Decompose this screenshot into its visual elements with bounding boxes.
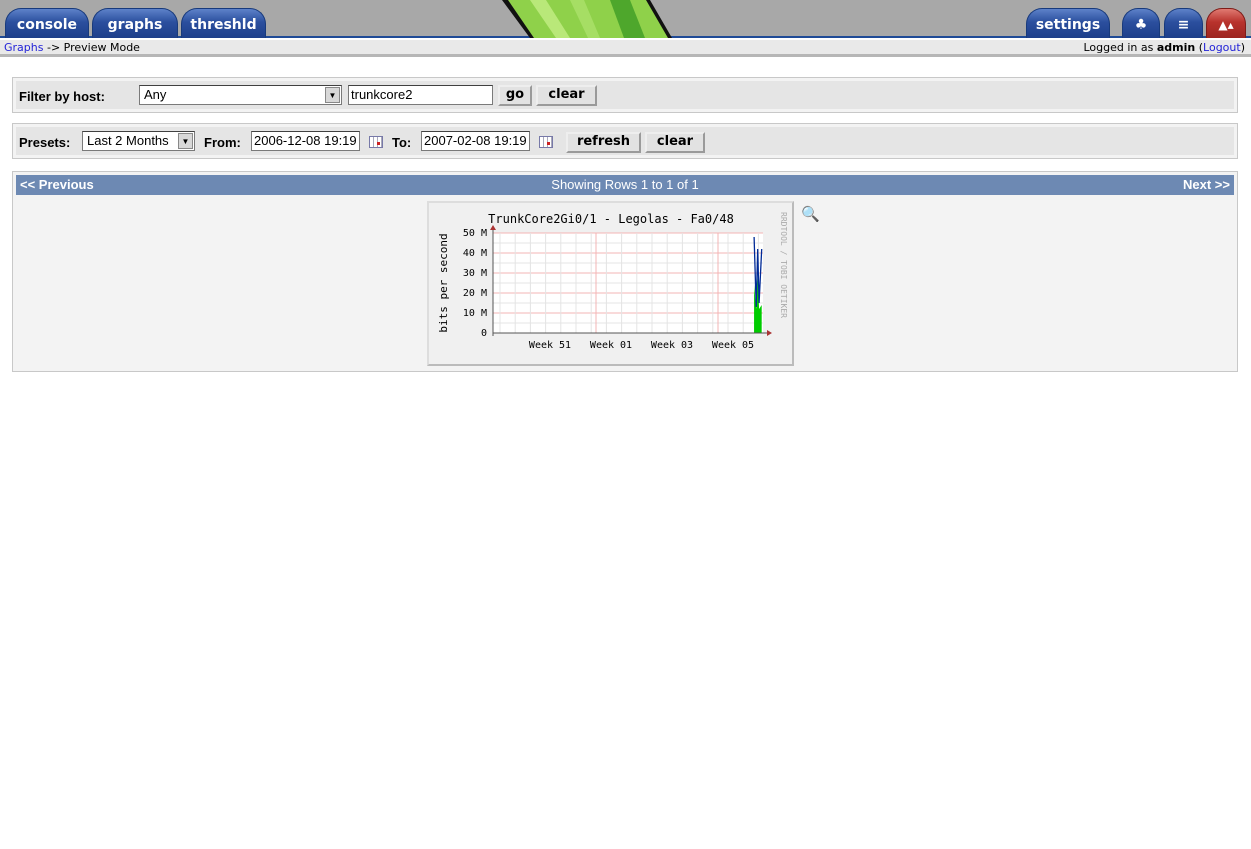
preview-mode-icon: ▲▴ <box>1218 18 1234 32</box>
go-button[interactable]: go <box>498 85 532 106</box>
x-axis-arrow <box>767 330 772 336</box>
from-label: From: <box>204 135 241 150</box>
tab-tree-view[interactable]: ♣ <box>1122 8 1160 38</box>
login-user: admin <box>1156 41 1196 54</box>
breadcrumb-current: -> Preview Mode <box>46 41 140 54</box>
presets-label: Presets: <box>19 135 71 150</box>
host-select[interactable]: Any ▼ <box>139 85 342 105</box>
timespan-clear-button[interactable]: clear <box>645 132 705 153</box>
logout-link[interactable]: Logout <box>1203 41 1241 54</box>
login-status: Logged in as admin (Logout) <box>1083 41 1245 54</box>
x-tick-label: Week 01 <box>590 340 632 351</box>
presets-select-value: Last 2 Months <box>87 133 169 148</box>
breadcrumb: Graphs -> Preview Mode Logged in as admi… <box>0 40 1251 57</box>
tab-list-view[interactable]: ≡ <box>1164 8 1203 38</box>
from-date-input[interactable]: 2006-12-08 19:19 <box>251 131 360 151</box>
chevron-down-icon: ▼ <box>325 87 340 103</box>
breadcrumb-graphs-link[interactable]: Graphs <box>4 41 43 54</box>
calendar-icon[interactable] <box>539 136 553 148</box>
x-tick-label: Week 05 <box>712 340 754 351</box>
filter-clear-button[interactable]: clear <box>536 85 597 106</box>
y-tick-label: 10 M <box>463 308 487 319</box>
tab-graphs[interactable]: graphs <box>92 8 178 38</box>
host-select-value: Any <box>144 87 167 102</box>
rrd-graph: 0 10 M 20 M 30 M 40 M 50 M Week 51 Week 01 Week … <box>437 212 788 351</box>
calendar-icon[interactable] <box>369 136 383 148</box>
pager-status: Showing Rows 1 to 1 of 1 <box>551 177 699 192</box>
chevron-down-icon: ▼ <box>178 133 193 149</box>
zoom-magnifier-icon[interactable]: 🔍 <box>801 205 820 223</box>
tab-console[interactable]: console <box>5 8 89 38</box>
rrdtool-watermark: RRDTOOL / TOBI OETIKER <box>779 212 788 318</box>
graph-image[interactable]: 0 10 M 20 M 30 M 40 M 50 M Week 51 Week 01 Week … <box>427 201 794 366</box>
search-input[interactable]: trunkcore2 <box>348 85 493 105</box>
y-tick-label: 40 M <box>463 248 487 259</box>
tree-view-icon: ♣ <box>1134 17 1148 33</box>
tab-preview-view[interactable]: ▲▴ <box>1206 8 1246 38</box>
host-filter-panel: Filter by host: Any ▼ trunkcore2 go clear <box>12 77 1238 113</box>
y-tick-label: 30 M <box>463 268 487 279</box>
to-date-input[interactable]: 2007-02-08 19:19 <box>421 131 530 151</box>
chart-title: TrunkCore2Gi0/1 - Legolas - Fa0/48 <box>488 212 734 226</box>
tab-threshld[interactable]: threshld <box>181 8 266 38</box>
timespan-panel: Presets: Last 2 Months ▼ From: 2006-12-08… <box>12 123 1238 159</box>
cacti-logo <box>500 0 675 38</box>
filter-label: Filter by host: <box>19 89 105 104</box>
to-label: To: <box>392 135 412 150</box>
presets-select[interactable]: Last 2 Months ▼ <box>82 131 195 151</box>
y-tick-label: 0 <box>481 328 487 339</box>
top-navigation: console graphs threshld settings ♣ ≡ ▲▴ <box>0 0 1251 38</box>
x-tick-label: Week 03 <box>651 340 693 351</box>
y-axis-label: bits per second <box>437 233 450 332</box>
pager-bar: << Previous Showing Rows 1 to 1 of 1 Nex… <box>16 175 1234 195</box>
refresh-button[interactable]: refresh <box>566 132 641 153</box>
graph-list-panel: << Previous Showing Rows 1 to 1 of 1 Nex… <box>12 171 1238 372</box>
list-view-icon: ≡ <box>1177 17 1190 33</box>
y-tick-label: 20 M <box>463 288 487 299</box>
x-tick-label: Week 51 <box>529 340 571 351</box>
tab-settings[interactable]: settings <box>1026 8 1110 38</box>
login-prefix: Logged in as <box>1083 41 1154 54</box>
next-link[interactable]: Next >> <box>1183 175 1230 195</box>
y-tick-label: 50 M <box>463 228 487 239</box>
